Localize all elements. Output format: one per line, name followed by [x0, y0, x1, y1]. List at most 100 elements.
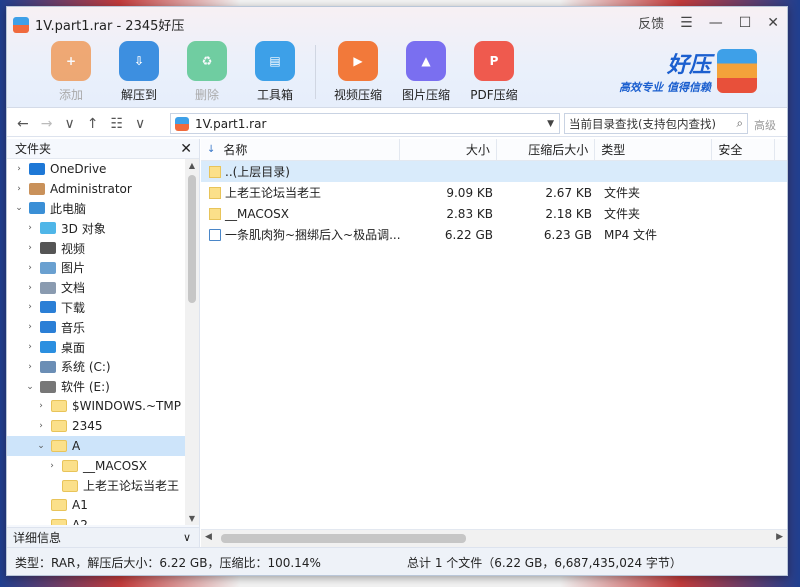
- expand-icon[interactable]: ›: [24, 302, 36, 312]
- file-row[interactable]: ..(上层目录): [201, 161, 787, 182]
- extract-icon: ⇩: [119, 41, 159, 81]
- expand-icon[interactable]: ›: [24, 362, 36, 372]
- address-path-text: 1V.part1.rar: [195, 116, 267, 131]
- back-icon[interactable]: ←: [17, 116, 29, 132]
- expand-icon[interactable]: ›: [24, 223, 36, 233]
- tree-node[interactable]: A1: [7, 496, 199, 516]
- tree-node[interactable]: › 桌面: [7, 337, 199, 357]
- toolbar-button-1[interactable]: ⇩ 解压到: [105, 41, 173, 103]
- tree-node[interactable]: › Administrator: [7, 179, 199, 199]
- tree-node[interactable]: › 视频: [7, 238, 199, 258]
- tree-node[interactable]: › 系统 (C:): [7, 357, 199, 377]
- scroll-right-icon[interactable]: ▶: [776, 532, 783, 542]
- close-icon[interactable]: ✕: [767, 15, 779, 31]
- toolbar-button-4[interactable]: ▶ 视频压缩: [324, 41, 392, 103]
- toolbar-button-5[interactable]: ▲ 图片压缩: [392, 41, 460, 103]
- toolbar-button-0[interactable]: + 添加: [37, 41, 105, 103]
- menu-icon[interactable]: ☰: [680, 15, 693, 31]
- detail-panel-toggle[interactable]: 详细信息 ∨: [7, 527, 200, 547]
- maximize-icon[interactable]: ☐: [739, 15, 752, 31]
- column-packed-size[interactable]: 压缩后大小: [497, 139, 596, 160]
- collapse-icon[interactable]: ⌄: [35, 441, 47, 451]
- view-mode-icon[interactable]: ☷: [110, 116, 123, 132]
- column-type[interactable]: 类型: [595, 139, 713, 160]
- scroll-left-icon[interactable]: ◀: [205, 532, 212, 542]
- minimize-icon[interactable]: —: [709, 15, 723, 31]
- list-scroll-thumb[interactable]: [221, 534, 466, 543]
- expand-icon[interactable]: ›: [13, 184, 25, 194]
- file-name-cell: ..(上层目录): [201, 161, 401, 182]
- tree-node[interactable]: › __MACOSX: [7, 456, 199, 476]
- expand-icon[interactable]: ›: [13, 164, 25, 174]
- file-size: [401, 161, 499, 182]
- column-name-label: 名称: [223, 143, 248, 157]
- column-size[interactable]: 大小: [400, 139, 497, 160]
- expand-icon[interactable]: ›: [24, 342, 36, 352]
- search-icon[interactable]: ⌕: [737, 116, 743, 131]
- history-dropdown-icon[interactable]: ∨: [64, 116, 74, 132]
- tree-node[interactable]: › $WINDOWS.~TMP: [7, 397, 199, 417]
- image-compress-icon: ▲: [406, 41, 446, 81]
- tree-node[interactable]: › 图片: [7, 258, 199, 278]
- search-input[interactable]: 当前目录查找(支持包内查找) ⌕: [564, 113, 748, 134]
- tree-node[interactable]: › 3D 对象: [7, 218, 199, 238]
- tree-node-label: OneDrive: [50, 161, 107, 176]
- file-name-cell: 上老王论坛当老王: [201, 182, 401, 203]
- scroll-up-icon[interactable]: ▲: [185, 161, 199, 170]
- address-path[interactable]: 1V.part1.rar ▼: [170, 113, 560, 134]
- list-hscrollbar[interactable]: ◀ ▶: [201, 529, 787, 547]
- toolbar-button-2[interactable]: ♻ 删除: [173, 41, 241, 103]
- tree-scrollbar[interactable]: ▲ ▼: [185, 159, 199, 525]
- file-rows: ..(上层目录) 上老王论坛当老王 9.09 KB 2.67 KB 文件夹 __MACOS…: [201, 161, 787, 245]
- forward-icon[interactable]: →: [41, 116, 53, 132]
- expand-icon[interactable]: ›: [24, 283, 36, 293]
- tree-node[interactable]: ⌄ A: [7, 436, 199, 456]
- tree-node[interactable]: ⌄ 软件 (E:): [7, 377, 199, 397]
- toolbar-button-6[interactable]: P PDF压缩: [460, 41, 528, 103]
- expand-icon[interactable]: ›: [24, 243, 36, 253]
- toolbox-icon: ▤: [255, 41, 295, 81]
- tree-scroll-thumb[interactable]: [188, 175, 196, 303]
- file-packed-size: [499, 161, 598, 182]
- toolbar: + 添加 ⇩ 解压到 ♻ 删除 ▤ 工具箱 ▶ 视频压缩 ▲ 图片压缩 P PDF压缩: [37, 41, 528, 103]
- scroll-down-icon[interactable]: ▼: [185, 514, 199, 523]
- tree-node-label: 下载: [61, 300, 86, 315]
- feedback-button[interactable]: 反馈: [638, 13, 664, 32]
- video-folder-icon: [40, 242, 56, 255]
- tree-node[interactable]: ⌄ 此电脑: [7, 199, 199, 219]
- file-row[interactable]: __MACOSX 2.83 KB 2.18 KB 文件夹: [201, 203, 787, 224]
- toolbar-button-3[interactable]: ▤ 工具箱: [241, 41, 309, 103]
- collapse-icon[interactable]: ⌄: [24, 382, 36, 392]
- address-dropdown-icon[interactable]: ▼: [547, 119, 554, 129]
- column-security[interactable]: 安全: [712, 139, 776, 160]
- view-dropdown-icon[interactable]: ∨: [135, 116, 145, 132]
- tree-node[interactable]: 上老王论坛当老王: [7, 476, 199, 496]
- expand-icon[interactable]: ›: [46, 461, 58, 471]
- user-icon: [29, 182, 45, 195]
- folder-pane-close-icon[interactable]: ✕: [180, 141, 192, 157]
- tree-node-label: A1: [72, 498, 88, 513]
- window-controls: 反馈 ☰ — ☐ ✕: [638, 13, 779, 33]
- tree-node[interactable]: A2: [7, 515, 199, 525]
- file-row[interactable]: 上老王论坛当老王 9.09 KB 2.67 KB 文件夹: [201, 182, 787, 203]
- advanced-search-button[interactable]: 高级: [754, 117, 776, 133]
- tree-node[interactable]: › 文档: [7, 278, 199, 298]
- expand-icon[interactable]: ›: [24, 263, 36, 273]
- file-size: 2.83 KB: [446, 206, 493, 221]
- collapse-icon[interactable]: ⌄: [13, 203, 25, 213]
- up-folder-icon[interactable]: ↑: [87, 116, 99, 132]
- tree-node-label: 桌面: [61, 340, 86, 355]
- tree-node[interactable]: › 2345: [7, 416, 199, 436]
- tree-node-label: 2345: [72, 419, 103, 434]
- app-logo-icon: [13, 16, 29, 33]
- expand-icon[interactable]: ›: [35, 401, 47, 411]
- file-row[interactable]: 一条肌肉狗~捆绑后入~极品调... 6.22 GB 6.23 GB MP4 文件: [201, 224, 787, 245]
- tree-node[interactable]: › 下载: [7, 298, 199, 318]
- expand-icon[interactable]: ›: [24, 322, 36, 332]
- expand-icon[interactable]: ›: [35, 421, 47, 431]
- column-name[interactable]: ↓ 名称: [201, 139, 400, 160]
- tree-node-label: A2: [72, 518, 88, 525]
- address-bar-row: ← → ∨ ↑ ☷ ∨ 1V.part1.rar ▼ 当前目录查找(支持包内查找…: [7, 111, 787, 137]
- tree-node[interactable]: › OneDrive: [7, 159, 199, 179]
- tree-node[interactable]: › 音乐: [7, 317, 199, 337]
